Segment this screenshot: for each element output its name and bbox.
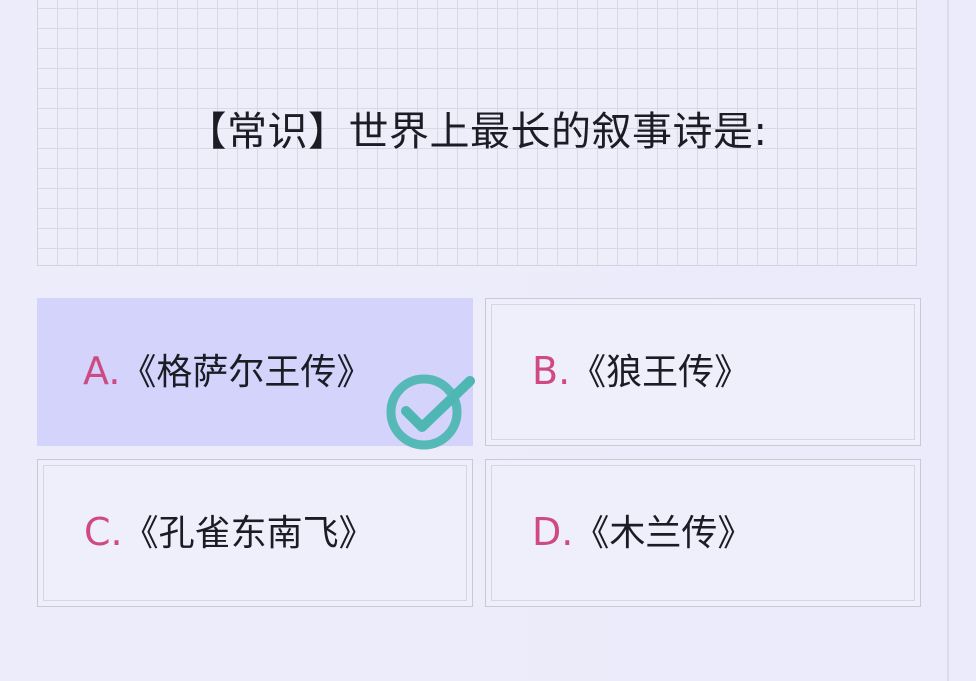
- option-b-content: B.《狼王传》: [532, 349, 750, 395]
- option-d-text: 《木兰传》: [573, 513, 754, 554]
- option-a-text: 《格萨尔王传》: [120, 352, 373, 393]
- option-c-text: 《孔雀东南飞》: [122, 513, 375, 554]
- option-c-content: C.《孔雀东南飞》: [84, 510, 375, 556]
- option-a-letter: A.: [83, 349, 121, 393]
- right-divider: [947, 0, 949, 681]
- option-b-letter: B.: [532, 349, 571, 393]
- option-d-letter: D.: [532, 510, 574, 554]
- option-d[interactable]: D.《木兰传》: [485, 459, 921, 607]
- option-c[interactable]: C.《孔雀东南飞》: [37, 459, 473, 607]
- option-b[interactable]: B.《狼王传》: [485, 298, 921, 446]
- option-c-letter: C.: [84, 510, 123, 554]
- question-text: 【常识】世界上最长的叙事诗是:: [186, 109, 768, 155]
- option-a-content: A.《格萨尔王传》: [83, 349, 372, 395]
- question-card: 【常识】世界上最长的叙事诗是:: [37, 0, 917, 266]
- checkmark-circle-icon: [386, 374, 475, 450]
- option-b-text: 《狼王传》: [570, 352, 751, 393]
- option-d-content: D.《木兰传》: [532, 510, 753, 556]
